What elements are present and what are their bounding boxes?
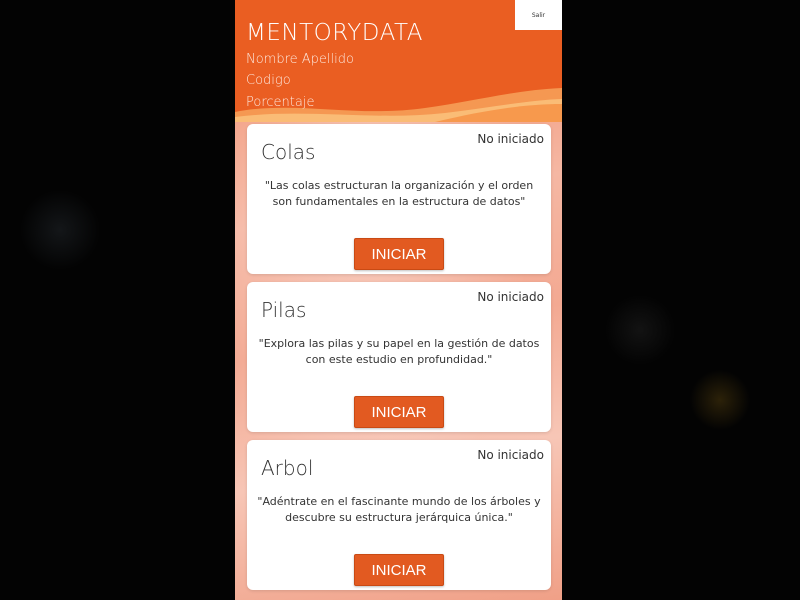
course-status: No iniciado: [477, 290, 544, 304]
app-title: MENTORYDATA: [246, 20, 424, 46]
start-course-button[interactable]: INICIAR: [354, 554, 444, 586]
course-title: Arbol: [261, 456, 314, 480]
app-screen: Salir MENTORYDATA Nombre Apellido Codigo…: [235, 0, 562, 600]
course-status: No iniciado: [477, 448, 544, 462]
course-title: Pilas: [261, 298, 307, 322]
course-description: "Adéntrate en el fascinante mundo de los…: [257, 495, 541, 524]
course-description: "Explora las pilas y su papel en la gest…: [258, 337, 540, 366]
user-name: Nombre Apellido: [246, 52, 354, 67]
exit-button[interactable]: Salir: [515, 0, 562, 30]
app-header: Salir MENTORYDATA Nombre Apellido Codigo…: [235, 0, 562, 122]
course-description: "Las colas estructuran la organización y…: [264, 179, 534, 208]
course-card-arbol: No iniciado Arbol "Adéntrate en el fasci…: [247, 440, 551, 590]
course-card-pilas: No iniciado Pilas "Explora las pilas y s…: [247, 282, 551, 432]
user-percentage: Porcentaje: [246, 95, 315, 110]
course-card-colas: No iniciado Colas "Las colas estructuran…: [247, 124, 551, 274]
start-course-button[interactable]: INICIAR: [354, 396, 444, 428]
course-title: Colas: [261, 140, 316, 164]
course-status: No iniciado: [477, 132, 544, 146]
start-course-button[interactable]: INICIAR: [354, 238, 444, 270]
user-code: Codigo: [246, 73, 291, 88]
